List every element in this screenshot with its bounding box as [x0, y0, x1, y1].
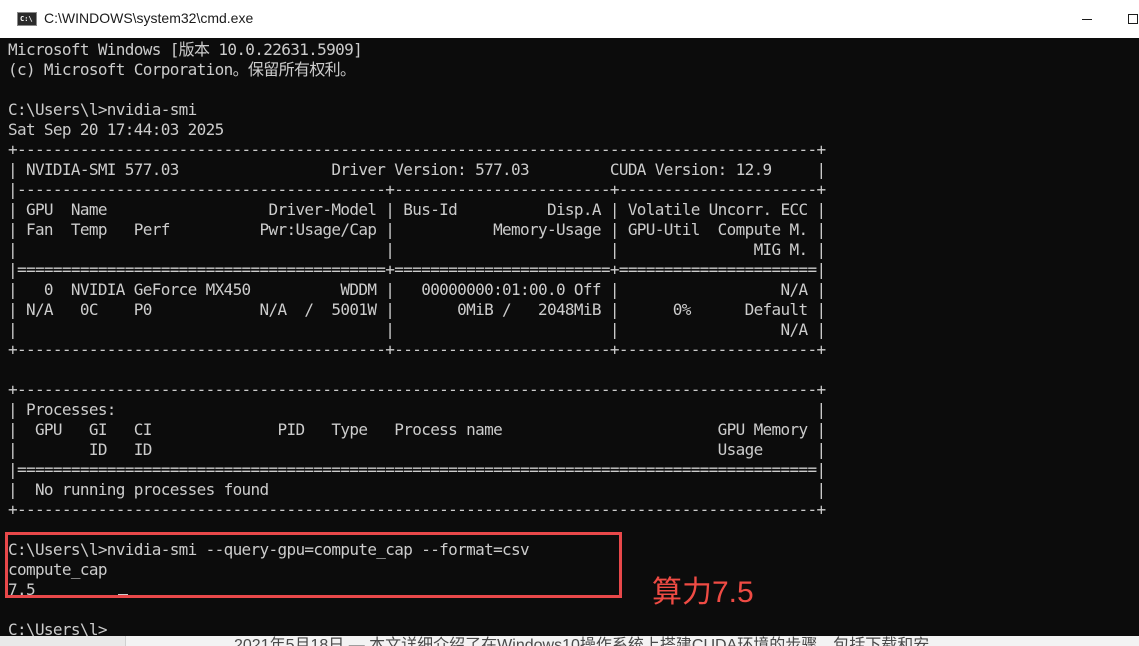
terminal-line: | Fan Temp Perf Pwr:Usage/Cap | Memory-U…	[8, 220, 826, 239]
terminal-line: Sat Sep 20 17:44:03 2025	[8, 120, 224, 139]
terminal-line: | GPU Name Driver-Model | Bus-Id Disp.A …	[8, 200, 826, 219]
terminal-line: | GPU GI CI PID Type Process name GPU Me…	[8, 420, 826, 439]
terminal-line: | Processes: |	[8, 400, 826, 419]
annotation-label: 算力7.5	[652, 576, 754, 609]
terminal-line: (c) Microsoft Corporation。保留所有权利。	[8, 60, 356, 79]
terminal-line: +---------------------------------------…	[8, 140, 826, 159]
terminal-line: | No running processes found |	[8, 480, 826, 499]
background-window-sidebar	[0, 636, 126, 646]
terminal-line: |=======================================…	[8, 260, 826, 279]
terminal-line: | NVIDIA-SMI 577.03 Driver Version: 577.…	[8, 160, 826, 179]
background-article-snippet: 2021年5月18日 — 本文详细介绍了在Windows10操作系统上搭建CUD…	[234, 637, 930, 646]
terminal-line: +---------------------------------------…	[8, 380, 826, 399]
console-app-icon: C:\	[17, 12, 37, 26]
terminal-line: | 0 NVIDIA GeForce MX450 WDDM | 00000000…	[8, 280, 826, 299]
highlight-box	[5, 532, 622, 598]
terminal-line: |---------------------------------------…	[8, 180, 826, 199]
terminal-line: | | | MIG M. |	[8, 240, 826, 259]
terminal-line: | ID ID Usage |	[8, 440, 826, 459]
terminal-line: +---------------------------------------…	[8, 500, 826, 519]
terminal-line: +---------------------------------------…	[8, 340, 826, 359]
terminal-line: | N/A 0C P0 N/A / 5001W | 0MiB / 2048MiB…	[8, 300, 826, 319]
terminal-line: C:\Users\l>nvidia-smi	[8, 100, 197, 119]
window-title-bar[interactable]: C:\ C:\WINDOWS\system32\cmd.exe	[0, 0, 1139, 39]
minimize-button[interactable]	[1064, 0, 1110, 38]
terminal-line: |=======================================…	[8, 460, 826, 479]
terminal-line: | | | N/A |	[8, 320, 826, 339]
terminal-line: Microsoft Windows [版本 10.0.22631.5909]	[8, 40, 363, 59]
background-window: 2021年5月18日 — 本文详细介绍了在Windows10操作系统上搭建CUD…	[0, 636, 1139, 646]
maximize-button[interactable]	[1110, 0, 1139, 38]
window-title: C:\WINDOWS\system32\cmd.exe	[44, 10, 254, 26]
